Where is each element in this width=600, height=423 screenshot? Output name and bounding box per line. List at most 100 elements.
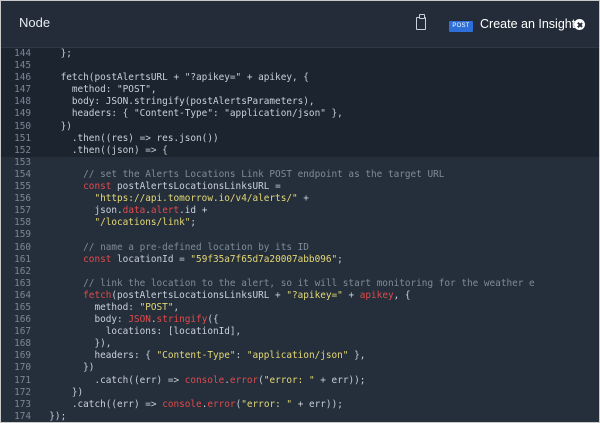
create-insight-link[interactable]: Create an Insight <box>480 17 575 31</box>
code-text: fetch(postAlertsLocationsLinksURL + "?ap… <box>38 289 410 302</box>
code-text: }) <box>38 362 94 374</box>
code-line: 158 "/locations/link"; <box>1 217 599 230</box>
code-token: }, <box>348 350 366 362</box>
code-token: method: <box>38 301 140 313</box>
code-token: method: "POST", <box>38 84 157 96</box>
code-token: ({ <box>207 314 219 326</box>
code-token: apikey <box>359 289 394 301</box>
line-number: 162 <box>14 265 31 277</box>
line-number: 151 <box>14 132 31 144</box>
code-token: }) <box>38 386 84 398</box>
code-text: }); <box>38 410 67 422</box>
code-line: 154 // set the Alerts Locations Link POS… <box>1 168 599 182</box>
code-text: const postAlertsLocationsLinksURL = <box>38 181 281 193</box>
code-sample-panel: Node POST Create an Insight 144 }; 145 146… <box>0 0 600 423</box>
code-token: + err)); <box>314 374 366 386</box>
code-token: (postAlertsLocationsLinksURL + <box>111 289 287 301</box>
code-line: 161 const locationId = "59f35a7f65d7a200… <box>1 253 599 266</box>
code-token: "59f35a7f65d7a20007abb096" <box>190 253 338 265</box>
code-token: "error: " <box>241 398 293 410</box>
code-line: 153 <box>1 156 599 169</box>
code-token: const <box>38 181 118 193</box>
code-token: ; <box>337 253 343 265</box>
code-token: // set the Alerts Locations Link POST en… <box>38 168 445 180</box>
code-text: .then((res) => res.json()) <box>38 133 219 145</box>
line-number: 170 <box>14 362 31 374</box>
code-line: 157 json.data.alert.id + <box>1 205 599 218</box>
code-token: fetch <box>38 289 112 301</box>
code-token: body: JSON.stringify(postAlertsParameter… <box>38 96 315 108</box>
code-text: headers: { "Content-Type": "application/… <box>38 350 365 362</box>
code-panel-header: Node POST Create an Insight <box>1 1 599 48</box>
line-number: 160 <box>14 241 31 253</box>
code-token: // name a pre-defined location by its ID <box>38 241 309 253</box>
code-token: "Content-Type" <box>156 350 236 362</box>
code-line: 169 headers: { "Content-Type": "applicat… <box>1 350 599 363</box>
code-token: }) <box>38 120 72 132</box>
code-text: .then((json) => { <box>38 145 168 157</box>
line-number: 156 <box>14 193 31 205</box>
code-token: postAlertsLocationsLinksURL = <box>117 181 281 193</box>
code-line: 166 body: JSON.stringify({ <box>1 314 599 327</box>
code-line: 150 }) <box>1 121 599 133</box>
clipboard-icon[interactable] <box>416 14 426 30</box>
code-text: const locationId = "59f35a7f65d7a20007ab… <box>38 254 343 266</box>
code-text: }), <box>38 338 111 350</box>
code-token: : <box>235 350 247 362</box>
code-token: + <box>342 289 360 301</box>
code-token: "/locations/link" <box>38 217 191 229</box>
code-text: }) <box>38 121 72 133</box>
line-number: 163 <box>14 277 31 289</box>
code-line: 167 locations: [locationId], <box>1 326 599 339</box>
line-number: 154 <box>14 168 31 180</box>
code-token: locationId = <box>117 253 191 265</box>
code-text: body: JSON.stringify({ <box>38 314 219 326</box>
code-text: "https://api.tomorrow.io/v4/alerts/" + <box>38 193 309 205</box>
code-line: 172 }) <box>1 386 599 399</box>
code-token: body: <box>38 314 129 326</box>
code-line: 149 headers: { "Content-Type": "applicat… <box>1 108 599 120</box>
code-line: 156 "https://api.tomorrow.io/v4/alerts/"… <box>1 193 599 206</box>
code-token: json. <box>38 205 123 217</box>
language-tab-node[interactable]: Node <box>19 15 50 30</box>
code-line: 159 <box>1 229 599 242</box>
code-line: 151 .then((res) => res.json()) <box>1 133 599 145</box>
code-line: 145 <box>1 60 599 72</box>
code-text: method: "POST", <box>38 84 157 96</box>
code-text: .catch((err) => console.error("error: " … <box>38 399 343 411</box>
code-text: json.data.alert.id + <box>38 205 207 217</box>
code-line: 155 const postAlertsLocationsLinksURL = <box>1 181 599 194</box>
code-token: data <box>122 205 146 217</box>
post-method-badge: POST <box>449 21 473 32</box>
code-token: JSON <box>128 314 151 326</box>
code-text: body: JSON.stringify(postAlertsParameter… <box>38 96 315 108</box>
line-number: 161 <box>14 253 31 265</box>
code-token: .catch((err) => <box>38 398 163 410</box>
code-token: headers: { <box>38 350 157 362</box>
code-token: "https://api.tomorrow.io/v4/alerts/" <box>38 193 298 205</box>
line-number: 159 <box>14 229 31 241</box>
line-number: 149 <box>14 108 31 120</box>
code-line: 162 <box>1 265 599 278</box>
code-token: error <box>229 374 259 386</box>
code-line: 152 .then((json) => { <box>1 145 599 157</box>
line-number: 153 <box>14 156 31 168</box>
code-line: 148 body: JSON.stringify(postAlertsParam… <box>1 96 599 108</box>
code-token: + <box>297 193 309 205</box>
code-text: locations: [locationId], <box>38 326 241 338</box>
code-token: + err)); <box>292 398 343 410</box>
code-text: // link the location to the alert, so it… <box>38 278 535 290</box>
line-number: 158 <box>14 217 31 229</box>
code-line: 160 // name a pre-defined location by it… <box>1 241 599 254</box>
code-token: }); <box>38 410 67 422</box>
code-token: console <box>162 398 202 410</box>
code-token: "error: " <box>263 374 315 386</box>
code-line: 168 }), <box>1 338 599 351</box>
code-token: .catch((err) => <box>38 374 185 386</box>
code-token: error <box>207 398 236 410</box>
code-token: "?apikey=" <box>286 289 343 301</box>
code-token: "POST" <box>139 301 174 313</box>
line-number: 166 <box>14 314 31 326</box>
close-icon[interactable] <box>574 19 585 30</box>
line-number: 169 <box>14 350 31 362</box>
